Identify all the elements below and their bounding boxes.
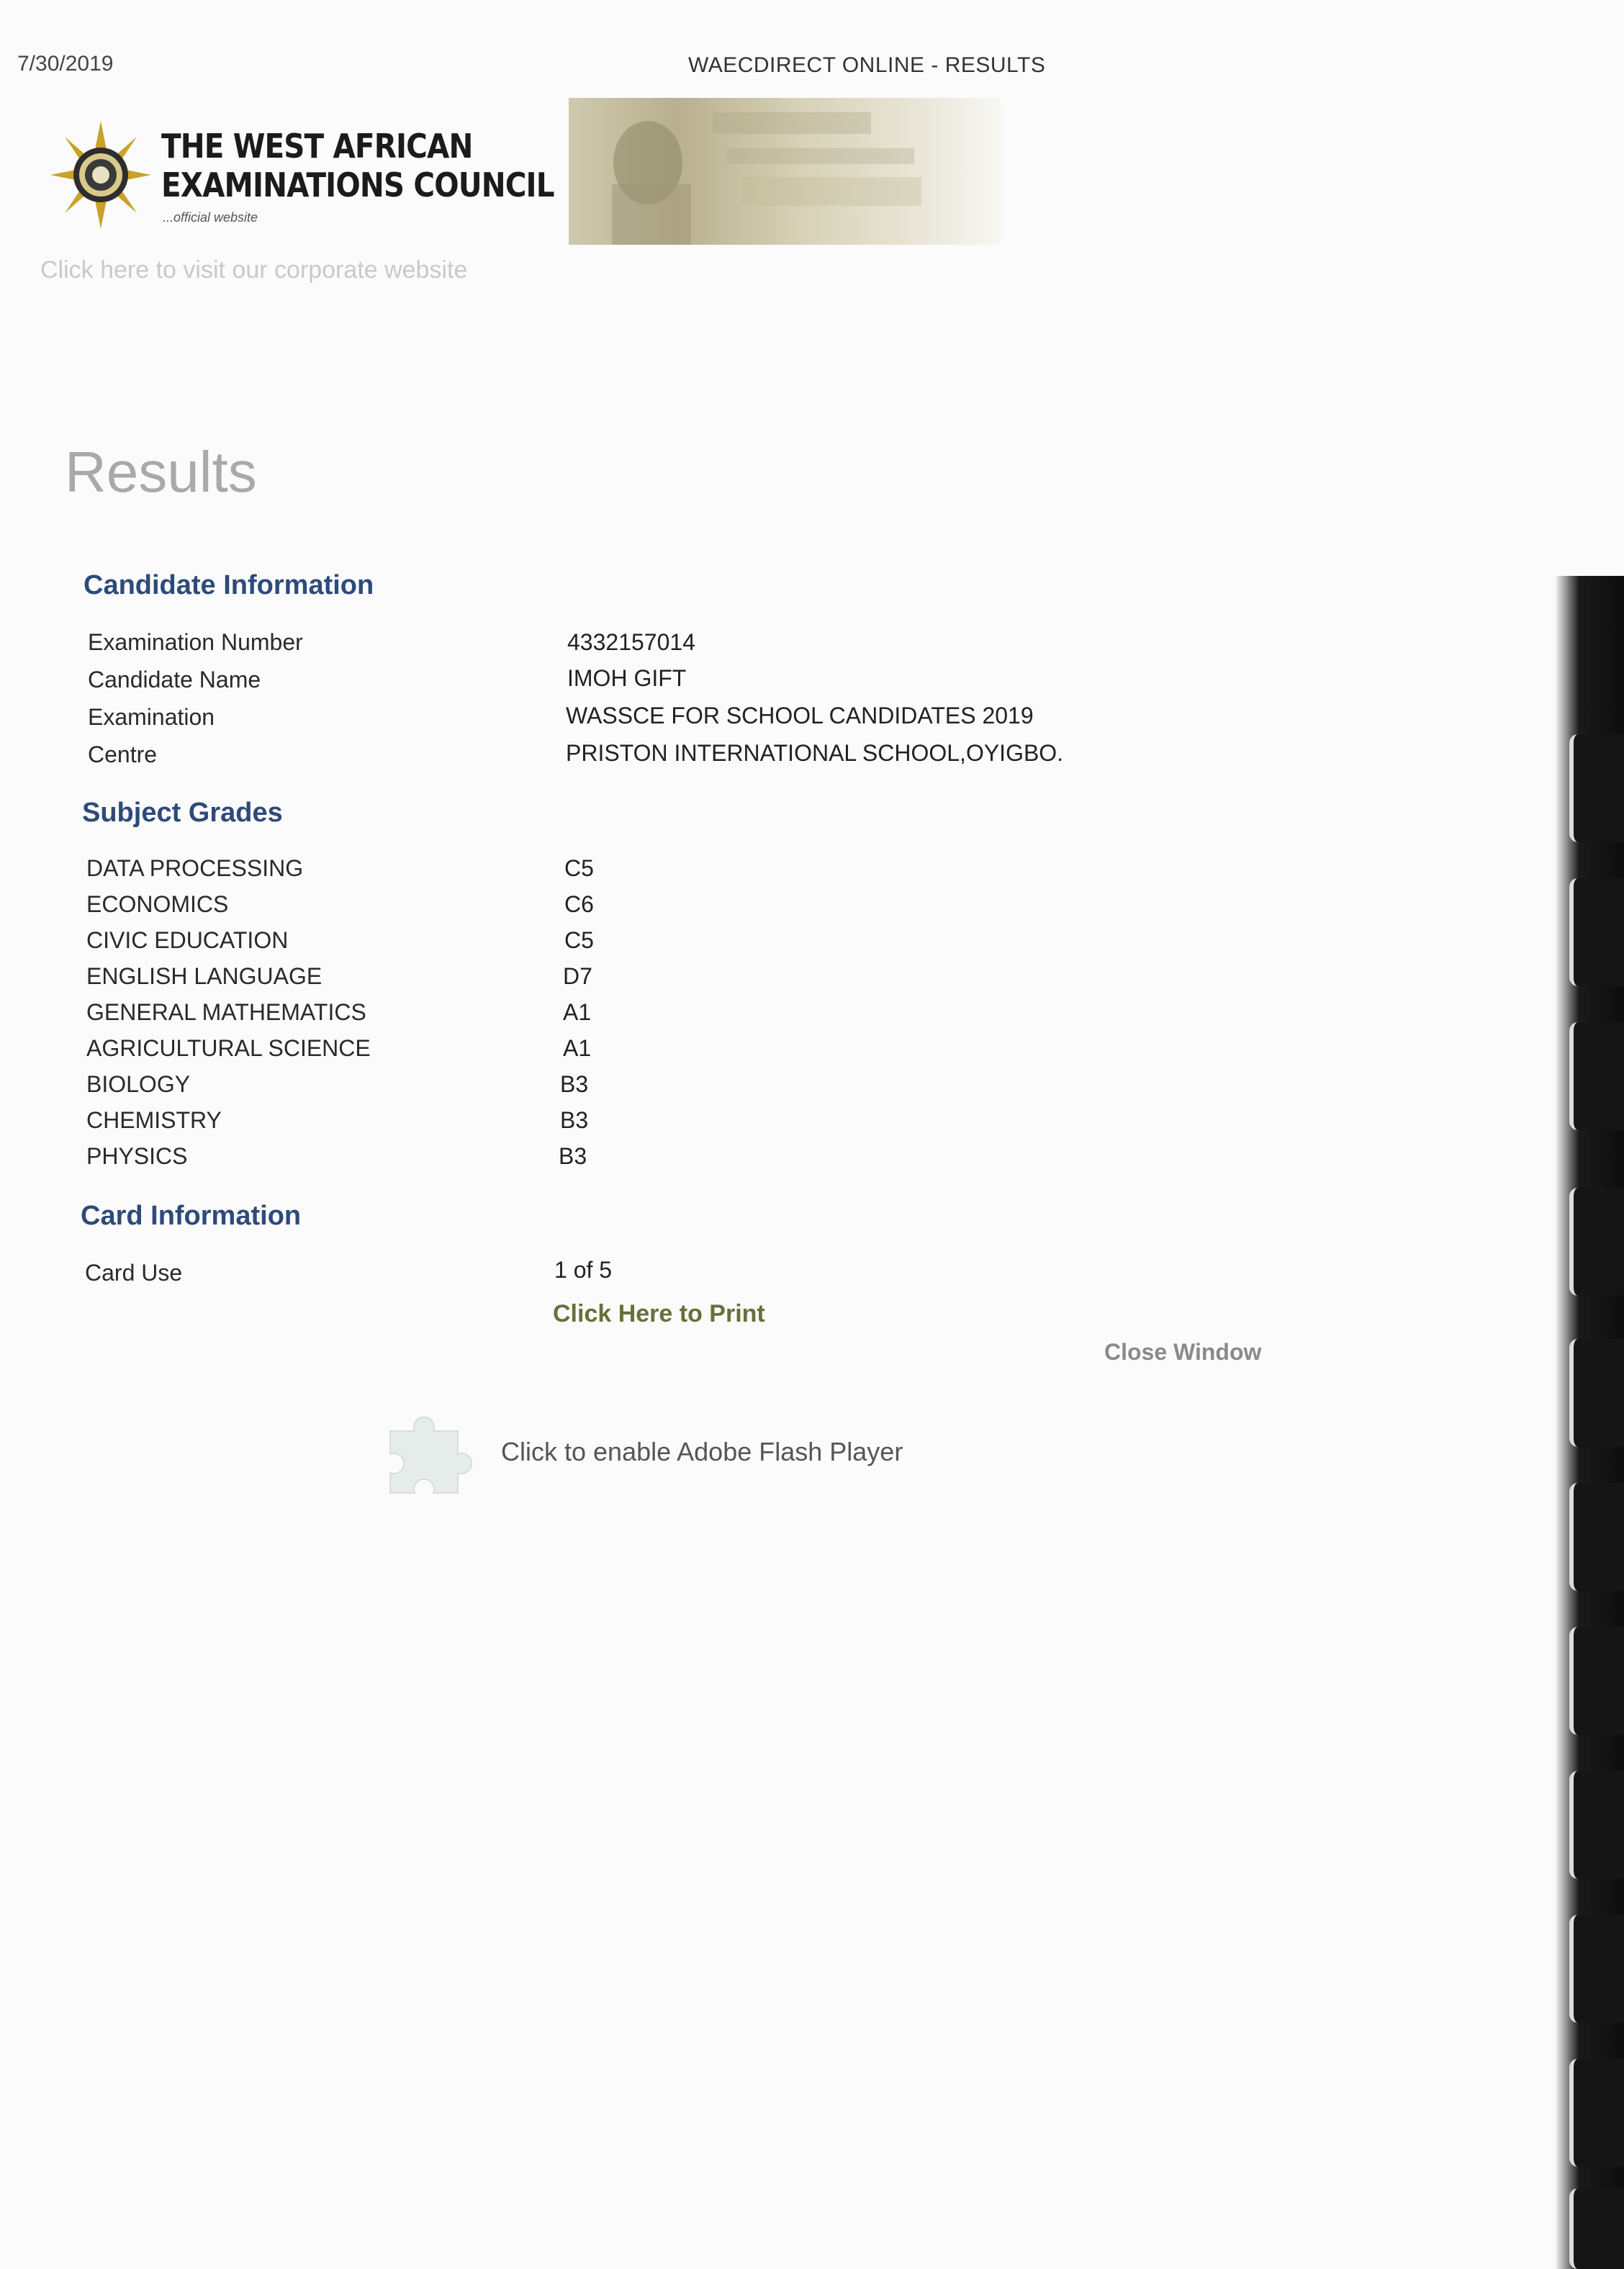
keyboard-key [1569,734,1624,842]
grade-row-grade: B3 [560,1071,589,1097]
candidate-info-title: Candidate Information [84,570,374,600]
waec-emblem-icon [50,121,151,229]
logo-line-1: THE WEST AFRICAN [161,127,473,166]
keyboard-key [1569,1022,1624,1130]
subject-grades-title: Subject Grades [82,798,283,828]
keyboard-key [1569,1339,1624,1447]
grade-row-grade: B3 [560,1107,589,1133]
logo-subtitle: ...official website [163,210,258,225]
corporate-website-link[interactable]: Click here to visit our corporate websit… [40,256,467,284]
keyboard-key [1569,2059,1624,2167]
grade-row-subject: PHYSICS [86,1143,188,1169]
centre-value: PRISTON INTERNATIONAL SCHOOL,OYIGBO. [566,740,1064,766]
keyboard-key [1569,1627,1624,1735]
logo-line-2: EXAMINATIONS COUNCIL [161,166,555,204]
keyboard-key [1569,1771,1624,1879]
card-use-value: 1 of 5 [554,1257,613,1283]
grade-row-subject: BIOLOGY [86,1071,191,1097]
keyboard-key [1569,1915,1624,2023]
header-banner-image [569,98,1001,245]
grade-row-subject: AGRICULTURAL SCIENCE [86,1035,371,1061]
keyboard-key [1569,878,1624,986]
grade-row-grade: C5 [564,855,594,881]
print-title: WAECDIRECT ONLINE - RESULTS [688,53,1046,77]
card-use-label: Card Use [85,1260,183,1286]
keyboard-edge [1555,576,1624,2269]
puzzle-plugin-icon[interactable] [383,1409,475,1496]
banner-photo [612,112,921,245]
centre-label: Centre [88,741,158,767]
exam-number-label: Examination Number [88,629,303,655]
keyboard-key [1569,1483,1624,1591]
examination-value: WASSCE FOR SCHOOL CANDIDATES 2019 [566,703,1034,728]
grade-row-subject: ECONOMICS [86,891,229,917]
print-date: 7/30/2019 [17,52,114,76]
grade-row-grade: D7 [563,963,592,989]
grade-row-grade: B3 [559,1143,587,1169]
examination-label: Examination [88,704,215,730]
keyboard-key [1569,1188,1624,1296]
grade-row-grade: A1 [563,999,592,1025]
grade-row-subject: ENGLISH LANGUAGE [86,963,322,989]
waec-logo-text: THE WEST AFRICAN EXAMINATIONS COUNCIL [161,127,555,204]
grade-row-grade: A1 [563,1035,592,1061]
grade-row-subject: CHEMISTRY [86,1107,222,1133]
print-link[interactable]: Click Here to Print [553,1300,765,1328]
card-info-title: Card Information [81,1201,302,1231]
grade-row-subject: CIVIC EDUCATION [86,927,289,953]
grade-row-subject: DATA PROCESSING [86,855,304,881]
enable-flash-link[interactable]: Click to enable Adobe Flash Player [501,1437,903,1467]
candidate-name-value: IMOH GIFT [567,665,687,691]
exam-number-value: 4332157014 [567,629,695,655]
candidate-name-label: Candidate Name [88,667,261,693]
keyboard-key [1569,2188,1624,2269]
grade-row-grade: C6 [564,891,594,917]
grade-row-subject: GENERAL MATHEMATICS [86,999,366,1025]
page-title: Results [65,440,257,504]
grade-row-grade: C5 [564,927,594,953]
close-window-link[interactable]: Close Window [1104,1339,1261,1366]
